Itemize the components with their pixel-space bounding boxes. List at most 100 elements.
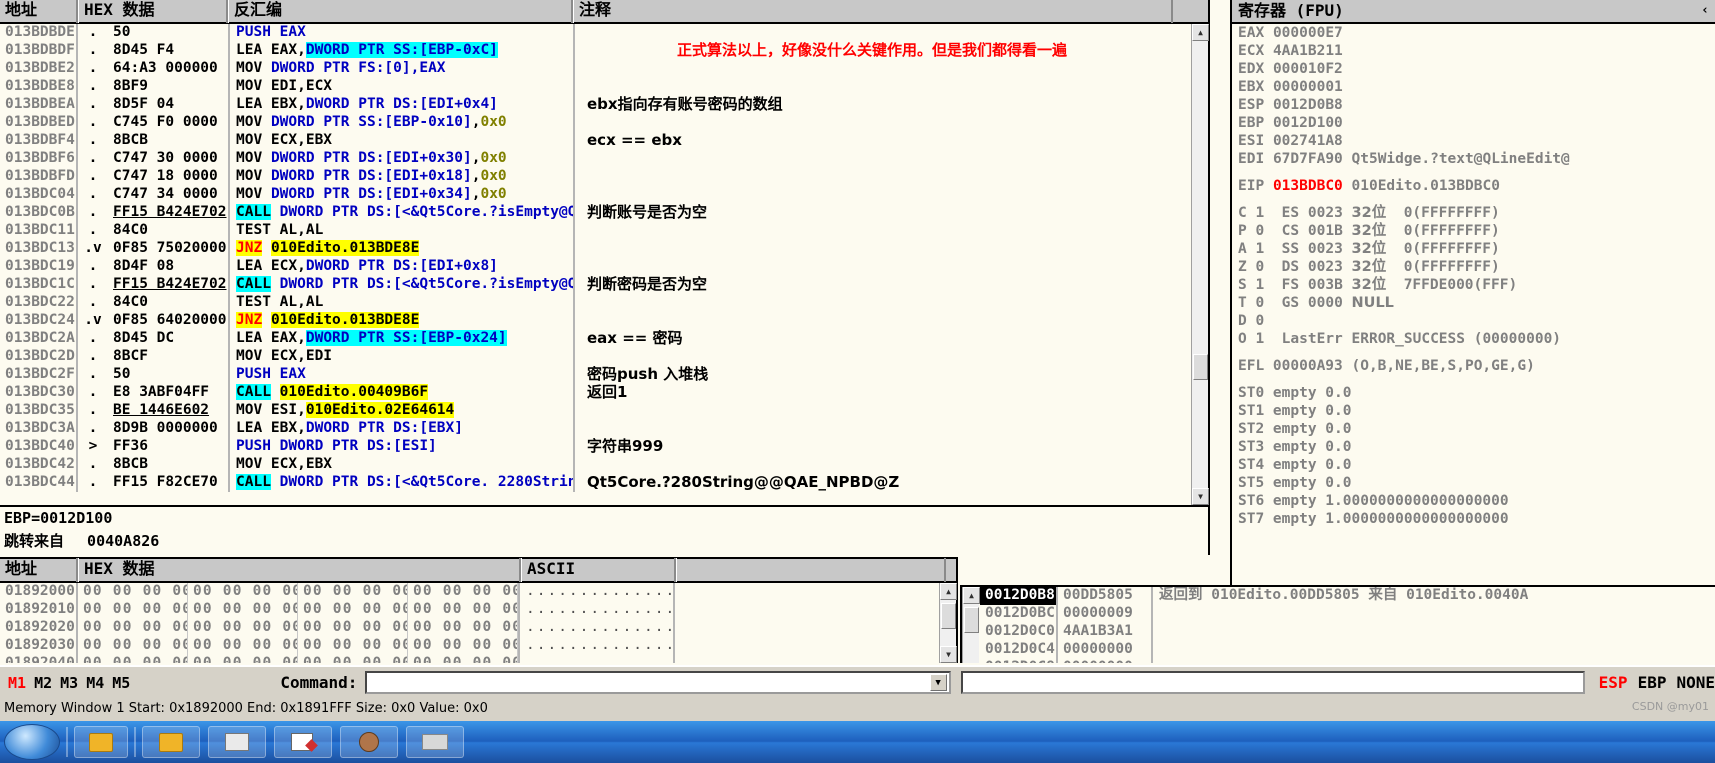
row-address[interactable]: 013BDC30 bbox=[0, 384, 78, 402]
row-comment[interactable] bbox=[573, 258, 1173, 276]
row-disassembly[interactable]: MOV DWORD PTR SS:[EBP-0x10],0x0 bbox=[228, 114, 573, 132]
row-address[interactable]: 013BDBFD bbox=[0, 168, 78, 186]
row-comment[interactable] bbox=[573, 456, 1173, 474]
disassembly-row[interactable]: 013BDC24 .v 0F85 64020000 JNZ 010Edito.013B… bbox=[0, 312, 1208, 330]
row-address[interactable]: 013BDC11 bbox=[0, 222, 78, 240]
disassembly-row[interactable]: 013BDC35. BE 1446E602 MOV ESI,010Edito.02E… bbox=[0, 402, 1208, 420]
row-comment[interactable]: eax == 密码 bbox=[573, 330, 1173, 348]
dump-hex-group[interactable]: 00 00 00 00 bbox=[78, 619, 188, 637]
stack-scrollbar[interactable]: ▲ bbox=[962, 587, 980, 663]
disassembly-row[interactable]: 013BDC40 > FF36 PUSH DWORD PTR DS:[ESI] 字符串9… bbox=[0, 438, 1208, 456]
scroll-down-icon[interactable]: ▼ bbox=[1192, 488, 1209, 505]
flag-bit[interactable]: 1 bbox=[1255, 277, 1264, 293]
disassembly-row[interactable]: 013BDC30. E8 3ABF04FF CALL 010Edito.00409B… bbox=[0, 384, 1208, 402]
esp-indicator[interactable]: ESP bbox=[1599, 673, 1628, 692]
disassembly-rows[interactable]: 013BDBDE. 50 PUSH EAX 013BDBDF. 8D45 F4 LEA E… bbox=[0, 24, 1208, 502]
row-hexdata[interactable]: 8BF9 bbox=[108, 78, 228, 96]
stack-row[interactable]: 0012D0C4 00000000 bbox=[980, 641, 1715, 659]
row-address[interactable]: 013BDBED bbox=[0, 114, 78, 132]
dump-row-address[interactable]: 01892020 bbox=[0, 619, 78, 637]
row-comment[interactable] bbox=[573, 24, 1173, 42]
flag-bit[interactable]: 0 bbox=[1255, 295, 1264, 311]
stack-row-comment[interactable] bbox=[1153, 623, 1715, 641]
register-value[interactable]: 0012D0B8 bbox=[1273, 97, 1343, 113]
row-hexdata[interactable]: 8D45 F4 bbox=[108, 42, 228, 60]
row-disassembly[interactable]: PUSH EAX bbox=[228, 366, 573, 384]
stack-row-address[interactable]: 0012D0C8 bbox=[980, 659, 1058, 663]
scroll-up-icon[interactable]: ▲ bbox=[1192, 24, 1209, 41]
row-hexdata[interactable]: FF15 B424E702 bbox=[108, 276, 228, 294]
row-address[interactable]: 013BDC19 bbox=[0, 258, 78, 276]
start-orb-icon[interactable] bbox=[4, 724, 60, 760]
dump-hex-group[interactable]: 00 00 00 00 bbox=[188, 637, 298, 655]
dump-extra[interactable] bbox=[673, 619, 943, 637]
row-disassembly[interactable]: CALL DWORD PTR DS:[<&Qt5Core.?isEmpty@QS bbox=[228, 276, 573, 294]
row-disassembly[interactable]: CALL 010Edito.00409B6F bbox=[228, 384, 573, 402]
row-address[interactable]: 013BDBF6 bbox=[0, 150, 78, 168]
row-hexdata[interactable]: 8BCB bbox=[108, 132, 228, 150]
taskbar-item-explorer[interactable] bbox=[142, 726, 200, 758]
row-comment[interactable]: ecx == ebx bbox=[573, 132, 1173, 150]
row-disassembly[interactable]: MOV DWORD PTR FS:[0],EAX bbox=[228, 60, 573, 78]
flag-row[interactable]: P 0 CS 001B 32位 0(FFFFFFFF) bbox=[1238, 222, 1715, 240]
row-disassembly[interactable]: JNZ 010Edito.013BDE8E bbox=[228, 240, 573, 258]
dump-extra[interactable] bbox=[673, 655, 943, 663]
flag-name[interactable]: Z bbox=[1238, 259, 1247, 275]
taskbar-item-user[interactable] bbox=[340, 726, 398, 758]
flag-row[interactable]: O 1 LastErr ERROR_SUCCESS (00000000) bbox=[1238, 330, 1715, 348]
dump-column-hexdata[interactable]: HEX 数据 bbox=[78, 558, 521, 582]
flag-bit[interactable]: 1 bbox=[1255, 241, 1264, 257]
taskbar-item-quicklaunch[interactable] bbox=[74, 726, 128, 758]
row-hexdata[interactable]: 50 bbox=[108, 24, 228, 42]
register-row[interactable]: EBP 0012D100 bbox=[1238, 114, 1715, 132]
dump-hex-group[interactable]: 00 00 00 00 bbox=[408, 637, 518, 655]
flag-name[interactable]: D bbox=[1238, 313, 1247, 329]
fpu-row[interactable]: ST7 empty 1.0000000000000000000 bbox=[1238, 510, 1715, 528]
row-comment[interactable] bbox=[573, 186, 1173, 204]
row-disassembly[interactable]: MOV ESI,010Edito.02E64614 bbox=[228, 402, 573, 420]
register-value[interactable]: 00000001 bbox=[1273, 79, 1343, 95]
segment-value[interactable]: 0023 bbox=[1308, 205, 1343, 221]
disassembly-row[interactable]: 013BDC2D. 8BCF MOV ECX,EDI bbox=[0, 348, 1208, 366]
taskbar-item-notepad[interactable] bbox=[274, 726, 332, 758]
row-address[interactable]: 013BDC24 bbox=[0, 312, 78, 330]
flag-name[interactable]: A bbox=[1238, 241, 1247, 257]
row-disassembly[interactable]: MOV EDI,ECX bbox=[228, 78, 573, 96]
register-value[interactable]: 67D7FA90 bbox=[1273, 151, 1343, 167]
row-hexdata[interactable]: FF36 bbox=[108, 438, 228, 456]
segment-value[interactable]: 0023 bbox=[1308, 259, 1343, 275]
row-address[interactable]: 013BDBDF bbox=[0, 42, 78, 60]
dump-hex-group[interactable]: 00 00 00 00 bbox=[408, 583, 518, 601]
stack-row-address[interactable]: 0012D0B8 bbox=[980, 587, 1058, 605]
dump-hex-group[interactable]: 00 00 00 00 bbox=[298, 637, 408, 655]
dump-hex-group[interactable]: 00 00 00 00 bbox=[408, 601, 518, 619]
row-hexdata[interactable]: 50 bbox=[108, 366, 228, 384]
row-comment[interactable] bbox=[573, 222, 1173, 240]
row-disassembly[interactable]: LEA ECX,DWORD PTR DS:[EDI+0x8] bbox=[228, 258, 573, 276]
dump-row[interactable]: 01892000 00 00 00 00 00 00 00 00 00 00 00 0… bbox=[0, 583, 956, 601]
row-hexdata[interactable]: FF15 B424E702 bbox=[108, 204, 228, 222]
dump-hex-group[interactable]: 00 00 00 00 bbox=[78, 655, 188, 663]
fpu-row[interactable]: ST1 empty 0.0 bbox=[1238, 402, 1715, 420]
stack-row-value[interactable]: 00000000 bbox=[1058, 659, 1153, 663]
stack-row[interactable]: 0012D0B8 00DD5805 返回到 010Edito.00DD5805 来自… bbox=[980, 587, 1715, 605]
dump-hex-group[interactable]: 00 00 00 00 bbox=[408, 655, 518, 663]
row-hexdata[interactable]: 84C0 bbox=[108, 294, 228, 312]
dump-hex-group[interactable]: 00 00 00 00 bbox=[188, 655, 298, 663]
disassembly-row[interactable]: 013BDC44. FF15 F82CE70 CALL DWORD PTR DS:[… bbox=[0, 474, 1208, 492]
row-address[interactable]: 013BDBE2 bbox=[0, 60, 78, 78]
flag-name[interactable]: P bbox=[1238, 223, 1247, 239]
row-disassembly[interactable]: LEA EAX,DWORD PTR SS:[EBP-0xC] bbox=[228, 42, 573, 60]
flag-row[interactable]: S 1 FS 003B 32位 7FFDE000(FFF) bbox=[1238, 276, 1715, 294]
flag-name[interactable]: S bbox=[1238, 277, 1247, 293]
row-address[interactable]: 013BDC3A bbox=[0, 420, 78, 438]
disassembly-scrollbar[interactable]: ▲ ▼ bbox=[1191, 24, 1209, 505]
stack-rows[interactable]: 0012D0B8 00DD5805 返回到 010Edito.00DD5805 来自… bbox=[980, 587, 1715, 663]
dump-hex-group[interactable]: 00 00 00 00 bbox=[78, 601, 188, 619]
stack-row-address[interactable]: 0012D0C0 bbox=[980, 623, 1058, 641]
mem-slot-m1[interactable]: M1 bbox=[8, 674, 26, 692]
command-extra-field[interactable] bbox=[960, 671, 1585, 694]
row-hexdata[interactable]: E8 3ABF04FF bbox=[108, 384, 228, 402]
segment-value[interactable]: 0000 bbox=[1308, 295, 1343, 311]
row-hexdata[interactable]: 8D9B 0000000 bbox=[108, 420, 228, 438]
